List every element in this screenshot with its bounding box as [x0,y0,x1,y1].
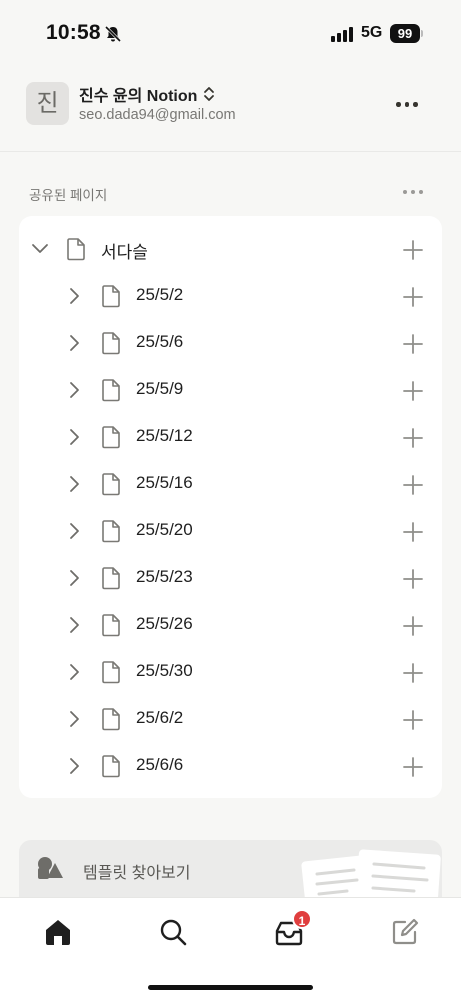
browse-templates-label: 템플릿 찾아보기 [83,865,191,882]
page-row[interactable]: 25/6/6 [19,743,442,790]
home-indicator [148,985,313,990]
home-icon[interactable] [42,916,74,948]
chevron-right-icon[interactable] [63,708,85,735]
chevron-right-icon[interactable] [63,285,85,312]
add-subpage-icon[interactable] [402,662,424,689]
chevron-up-down-icon [204,87,215,101]
page-row[interactable]: 25/5/30 [19,649,442,696]
status-bar: 10:58 5G 99 [0,0,461,66]
page-icon [101,425,121,454]
page-row[interactable]: 25/5/23 [19,555,442,602]
page-row[interactable]: 25/5/20 [19,508,442,555]
workspace-avatar[interactable]: 진 [26,82,69,125]
inbox-badge: 1 [292,909,312,929]
page-title: 25/5/9 [136,379,184,398]
chevron-right-icon[interactable] [63,473,85,500]
add-subpage-icon[interactable] [402,568,424,595]
chevron-right-icon[interactable] [63,614,85,641]
page-row[interactable]: 25/5/12 [19,414,442,461]
page-row[interactable]: 25/5/16 [19,461,442,508]
page-title: 25/5/23 [136,567,193,586]
chevron-down-icon[interactable] [29,238,51,265]
page-icon [101,378,121,407]
chevron-right-icon[interactable] [63,520,85,547]
page-title: 25/5/26 [136,614,193,633]
add-subpage-icon[interactable] [402,333,424,360]
workspace-header: 진 진수 윤의 Notion seo.dada94@gmail.com [0,66,461,152]
add-subpage-icon[interactable] [402,521,424,548]
add-subpage-icon[interactable] [402,474,424,501]
page-icon [101,566,121,595]
workspace-switcher[interactable]: 진수 윤의 Notion [79,82,215,106]
status-time: 10:58 [46,21,101,44]
workspace-name: 진수 윤의 Notion [79,88,198,105]
page-icon [101,660,121,689]
page-icon [101,472,121,501]
page-title: 25/5/12 [136,426,193,445]
add-subpage-icon[interactable] [402,380,424,407]
section-more-icon[interactable] [403,190,423,194]
add-subpage-icon[interactable] [402,615,424,642]
shapes-icon [38,857,63,879]
compose-icon[interactable] [389,916,421,948]
chevron-right-icon[interactable] [63,661,85,688]
page-row[interactable]: 25/5/6 [19,320,442,367]
page-title: 25/5/20 [136,520,193,539]
add-subpage-icon[interactable] [402,239,424,266]
page-row[interactable]: 25/5/26 [19,602,442,649]
add-subpage-icon[interactable] [402,427,424,454]
section-label-shared: 공유된 페이지 [29,188,108,203]
page-icon [101,707,121,736]
chevron-right-icon[interactable] [63,426,85,453]
page-icon [101,284,121,313]
bell-off-icon [104,25,122,43]
page-icon [101,754,121,783]
battery-indicator: 99 [390,24,420,43]
page-row-root[interactable]: 서다슬 [19,226,442,273]
battery-tip [421,30,423,37]
page-row[interactable]: 25/6/2 [19,696,442,743]
add-subpage-icon[interactable] [402,286,424,313]
page-icon [101,519,121,548]
network-type: 5G [361,24,383,41]
workspace-email: seo.dada94@gmail.com [79,107,236,123]
chevron-right-icon[interactable] [63,332,85,359]
shared-pages-list: 서다슬 25/5/2 25/5/6 25/5/9 25/5/12 25/5/16 25/5/… [19,216,442,798]
chevron-right-icon[interactable] [63,379,85,406]
page-title: 25/5/16 [136,473,193,492]
templates-illustration [301,849,441,900]
page-title: 25/6/2 [136,708,184,727]
page-icon [101,613,121,642]
page-title: 25/5/6 [136,332,184,351]
add-subpage-icon[interactable] [402,756,424,783]
chevron-right-icon[interactable] [63,755,85,782]
page-row[interactable]: 25/5/9 [19,367,442,414]
page-icon [101,331,121,360]
search-icon[interactable] [157,916,189,948]
more-options-icon[interactable] [396,102,418,107]
page-title: 25/5/2 [136,285,184,304]
cellular-signal-icon [331,26,355,42]
browse-templates-button[interactable]: 템플릿 찾아보기 [19,840,442,900]
page-icon [66,237,86,266]
page-row[interactable]: 25/5/2 [19,273,442,320]
chevron-right-icon[interactable] [63,567,85,594]
page-title: 25/6/6 [136,755,184,774]
page-title: 서다슬 [101,243,148,262]
page-title: 25/5/30 [136,661,193,680]
add-subpage-icon[interactable] [402,709,424,736]
